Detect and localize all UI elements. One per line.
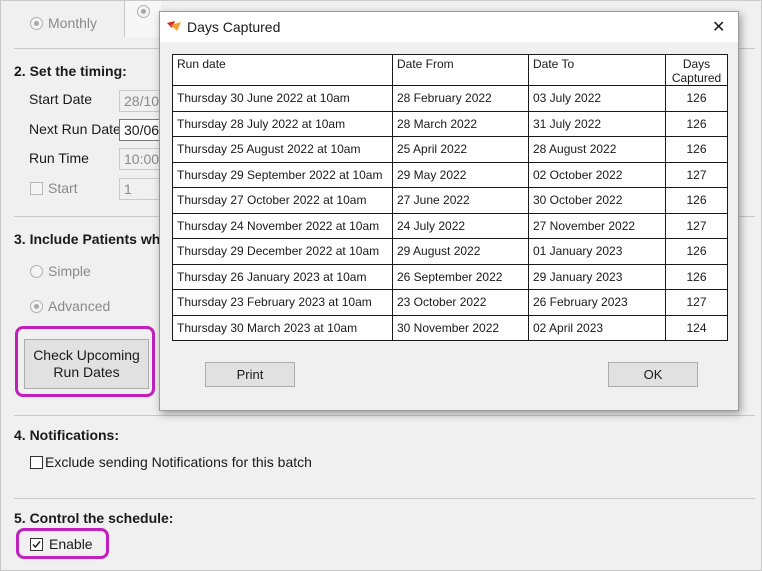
check-upcoming-run-dates-button[interactable]: Check Upcoming Run Dates: [24, 339, 149, 389]
table-row[interactable]: Thursday 24 November 2022 at 10am 24 July…: [172, 212, 728, 239]
column-header: Run date: [172, 54, 393, 86]
date-from-cell: 28 February 2022: [392, 85, 529, 112]
run-date-cell: Thursday 24 November 2022 at 10am: [172, 212, 393, 239]
date-from-cell: 26 September 2022: [392, 263, 529, 290]
start-checkbox[interactable]: [30, 182, 43, 195]
date-to-cell: 02 October 2022: [528, 161, 666, 188]
exclude-notifications-label: Exclude sending Notifications for this b…: [45, 454, 312, 470]
check-button-line1: Check Upcoming: [33, 347, 140, 363]
dialog-title: Days Captured: [187, 19, 281, 35]
dialog-titlebar: Days Captured ✕: [160, 12, 738, 42]
date-from-cell: 29 May 2022: [392, 161, 529, 188]
tab-strip: [124, 1, 161, 37]
days-captured-table: Run date Date From Date To Days Captured…: [172, 54, 728, 341]
date-from-cell: 24 July 2022: [392, 212, 529, 239]
app-logo-icon: [167, 21, 181, 31]
tab-radio[interactable]: [137, 5, 150, 18]
checkmark-icon: [32, 541, 41, 549]
days-cell: 127: [665, 212, 728, 239]
run-date-cell: Thursday 27 October 2022 at 10am: [172, 187, 393, 214]
days-header-text: Days Captured: [671, 57, 722, 85]
days-cell: 126: [665, 110, 728, 137]
advanced-radio[interactable]: [30, 300, 43, 313]
advanced-label: Advanced: [48, 298, 111, 314]
days-cell: 126: [665, 136, 728, 163]
start-date-label: Start Date: [29, 91, 93, 107]
date-to-cell: 28 August 2022: [528, 136, 666, 163]
days-cell: 126: [665, 238, 728, 265]
date-to-cell: 29 January 2023: [528, 263, 666, 290]
table-row[interactable]: Thursday 23 February 2023 at 10am 23 Octo…: [172, 289, 728, 316]
table-row[interactable]: Thursday 30 June 2022 at 10am 28 February…: [172, 85, 728, 112]
column-header: Days Captured: [665, 54, 728, 86]
print-button[interactable]: Print: [205, 362, 295, 387]
ok-button[interactable]: OK: [608, 362, 698, 387]
date-to-cell: 03 July 2022: [528, 85, 666, 112]
table-header-row: Run date Date From Date To Days Captured: [172, 54, 728, 86]
date-from-cell: 28 March 2022: [392, 110, 529, 137]
start-date-field[interactable]: 28/10: [119, 90, 161, 112]
patients-section-title: 3. Include Patients who: [14, 231, 169, 247]
run-date-cell: Thursday 23 February 2023 at 10am: [172, 289, 393, 316]
start-label: Start: [48, 180, 78, 196]
exclude-notifications-checkbox[interactable]: [30, 456, 43, 469]
notifications-section-title: 4. Notifications:: [14, 427, 120, 443]
monthly-label: Monthly: [48, 15, 98, 31]
run-time-label: Run Time: [29, 150, 89, 166]
table-row[interactable]: Thursday 29 September 2022 at 10am 29 May…: [172, 161, 728, 188]
next-run-date-label: Next Run Date: [29, 121, 121, 137]
schedule-section-title: 5. Control the schedule:: [14, 510, 174, 526]
days-cell: 127: [665, 289, 728, 316]
days-cell: 127: [665, 161, 728, 188]
days-cell: 124: [665, 314, 728, 341]
date-from-cell: 23 October 2022: [392, 289, 529, 316]
run-date-cell: Thursday 29 September 2022 at 10am: [172, 161, 393, 188]
date-from-cell: 25 April 2022: [392, 136, 529, 163]
monthly-radio[interactable]: [30, 17, 43, 30]
days-captured-dialog: Days Captured ✕ Run date Date From Date …: [159, 11, 739, 411]
date-from-cell: 27 June 2022: [392, 187, 529, 214]
run-date-cell: Thursday 25 August 2022 at 10am: [172, 136, 393, 163]
enable-label: Enable: [49, 536, 93, 552]
days-cell: 126: [665, 85, 728, 112]
check-button-line2: Run Dates: [53, 364, 120, 380]
simple-label: Simple: [48, 263, 91, 279]
table-row[interactable]: Thursday 28 July 2022 at 10am 28 March 20…: [172, 110, 728, 137]
date-to-cell: 02 April 2023: [528, 314, 666, 341]
date-to-cell: 31 July 2022: [528, 110, 666, 137]
close-icon[interactable]: ✕: [712, 17, 725, 37]
date-to-cell: 26 February 2023: [528, 289, 666, 316]
date-from-cell: 30 November 2022: [392, 314, 529, 341]
date-to-cell: 27 November 2022: [528, 212, 666, 239]
table-row[interactable]: Thursday 25 August 2022 at 10am 25 April …: [172, 136, 728, 163]
date-to-cell: 01 January 2023: [528, 238, 666, 265]
enable-checkbox[interactable]: [30, 538, 43, 551]
run-date-cell: Thursday 29 December 2022 at 10am: [172, 238, 393, 265]
next-run-date-field[interactable]: 30/06: [119, 119, 161, 141]
section-divider: [14, 415, 755, 416]
simple-radio[interactable]: [30, 265, 43, 278]
date-from-cell: 29 August 2022: [392, 238, 529, 265]
column-header: Date From: [392, 54, 529, 86]
timing-section-title: 2. Set the timing:: [14, 63, 127, 79]
section-divider: [14, 498, 755, 499]
days-cell: 126: [665, 263, 728, 290]
run-date-cell: Thursday 28 July 2022 at 10am: [172, 110, 393, 137]
table-row[interactable]: Thursday 26 January 2023 at 10am 26 Septe…: [172, 263, 728, 290]
run-date-cell: Thursday 26 January 2023 at 10am: [172, 263, 393, 290]
run-time-field[interactable]: 10:00: [119, 148, 161, 170]
table-row[interactable]: Thursday 30 March 2023 at 10am 30 Novembe…: [172, 314, 728, 341]
run-date-cell: Thursday 30 June 2022 at 10am: [172, 85, 393, 112]
run-date-cell: Thursday 30 March 2023 at 10am: [172, 314, 393, 341]
column-header: Date To: [528, 54, 666, 86]
days-cell: 126: [665, 187, 728, 214]
date-to-cell: 30 October 2022: [528, 187, 666, 214]
table-row[interactable]: Thursday 29 December 2022 at 10am 29 Augu…: [172, 238, 728, 265]
start-field[interactable]: 1: [119, 178, 161, 200]
table-row[interactable]: Thursday 27 October 2022 at 10am 27 June …: [172, 187, 728, 214]
